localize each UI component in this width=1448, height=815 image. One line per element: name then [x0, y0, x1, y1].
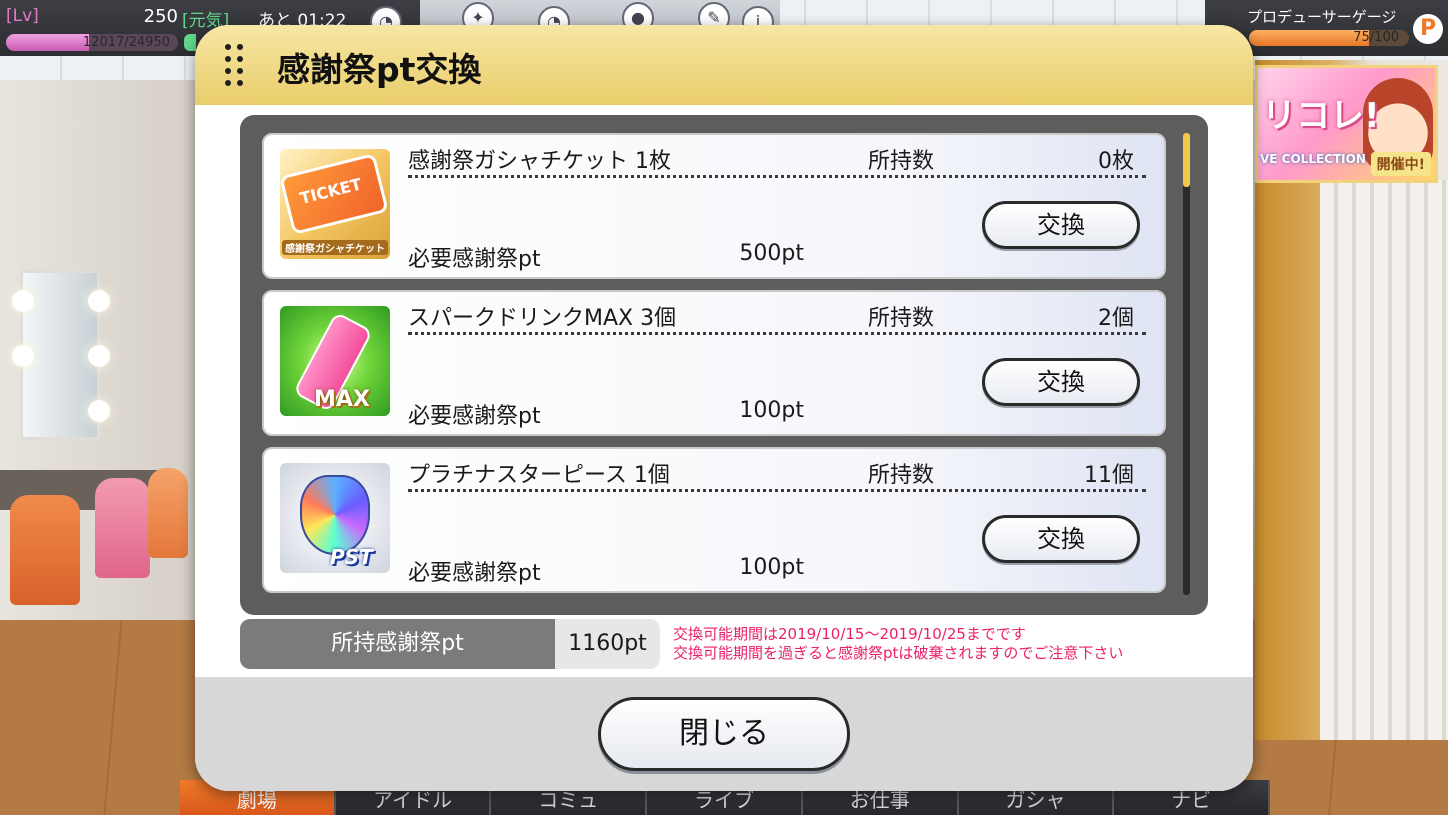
exchange-period-notice: 交換可能期間は2019/10/15～2019/10/25までです 交換可能期間を…	[673, 625, 1123, 663]
exp-text: 12017/24950	[82, 35, 170, 50]
exchange-item: PST プラチナスターピース 1個 所持数 11個 交換 必要感謝祭pt 100…	[262, 447, 1166, 593]
producer-gauge-fill	[1249, 30, 1369, 46]
list-scrollbar[interactable]	[1183, 133, 1190, 595]
dotted-divider	[408, 332, 1146, 335]
gem-pst-text: PST	[330, 545, 373, 569]
level-value: 250	[143, 6, 178, 27]
owned-points-label: 所持感謝祭pt	[240, 619, 555, 669]
owned-points: 所持感謝祭pt 1160pt	[240, 619, 660, 669]
drag-handle-icon	[225, 44, 247, 86]
exchange-button[interactable]: 交換	[982, 201, 1140, 249]
level-label: [Lv]	[6, 6, 39, 26]
producer-gauge-bar: 75/100	[1249, 30, 1409, 46]
scrollbar-thumb[interactable]	[1183, 133, 1190, 187]
dialog-header: 感謝祭pt交換	[195, 25, 1253, 105]
drink-max-text: MAX	[314, 387, 370, 412]
close-button[interactable]: 閉じる	[598, 697, 850, 771]
exchange-item: TICKET 感謝祭ガシャチケット 感謝祭ガシャチケット 1枚 所持数 0枚 交…	[262, 133, 1166, 279]
banner-subtitle: VE COLLECTION	[1260, 152, 1366, 166]
required-pt-label: 必要感謝祭pt	[408, 561, 541, 586]
mirror-bulb	[88, 290, 110, 312]
owned-points-value: 1160pt	[555, 619, 660, 669]
owned-value: 0枚	[1098, 149, 1134, 174]
required-pt-value: 100pt	[739, 398, 804, 423]
owned-label: 所持数	[868, 463, 935, 488]
exchange-dialog: 感謝祭pt交換 TICKET 感謝祭ガシャチケット 感謝祭ガシャチケット 1枚 …	[195, 25, 1253, 791]
dialog-title: 感謝祭pt交換	[277, 50, 482, 89]
chair	[10, 495, 80, 605]
producer-gauge-label: プロデューサーゲージ	[1247, 8, 1397, 26]
item-name: 感謝祭ガシャチケット 1枚	[408, 149, 671, 174]
notice-line: 交換可能期間は2019/10/15～2019/10/25までです	[673, 625, 1026, 643]
event-banner[interactable]: リコレ! VE COLLECTION 開催中!	[1255, 65, 1438, 183]
ticket-text: TICKET	[297, 174, 364, 209]
owned-value: 2個	[1098, 306, 1134, 331]
exp-bar-fill	[6, 34, 89, 51]
required-pt-value: 100pt	[739, 555, 804, 580]
notice-line: 交換可能期間を過ぎると感謝祭ptは破棄されますのでご注意下さい	[673, 644, 1124, 662]
producer-gauge-text: 75/100	[1353, 30, 1399, 45]
exchange-item: MAX スパークドリンクMAX 3個 所持数 2個 交換 必要感謝祭pt 100…	[262, 290, 1166, 436]
banner-badge: 開催中!	[1370, 152, 1431, 176]
banner-title: リコレ!	[1262, 96, 1380, 136]
producer-p-icon: P	[1413, 14, 1443, 44]
owned-value: 11個	[1084, 463, 1134, 488]
chair	[95, 478, 150, 578]
ticket-caption: 感謝祭ガシャチケット	[282, 240, 388, 255]
required-pt-label: 必要感謝祭pt	[408, 247, 541, 272]
required-pt-label: 必要感謝祭pt	[408, 404, 541, 429]
exp-bar: 12017/24950	[6, 34, 178, 51]
dotted-divider	[408, 175, 1146, 178]
curtain	[1320, 180, 1448, 740]
mirror-bulb	[88, 400, 110, 422]
drink-bottle-icon: MAX	[280, 306, 390, 416]
owned-label: 所持数	[868, 306, 935, 331]
exchange-button[interactable]: 交換	[982, 515, 1140, 563]
required-pt-value: 500pt	[739, 241, 804, 266]
item-name: スパークドリンクMAX 3個	[408, 306, 677, 331]
mirror-bulb	[12, 345, 34, 367]
chair	[148, 468, 188, 558]
mirror-bulb	[12, 290, 34, 312]
item-name: プラチナスターピース 1個	[408, 463, 670, 488]
exchange-item-list[interactable]: TICKET 感謝祭ガシャチケット 感謝祭ガシャチケット 1枚 所持数 0枚 交…	[240, 115, 1208, 615]
gem-icon: PST	[280, 463, 390, 573]
mirror-bulb	[88, 345, 110, 367]
dialog-footer: 閉じる	[195, 677, 1253, 791]
ticket-card: TICKET	[282, 156, 386, 232]
owned-label: 所持数	[868, 149, 935, 174]
dotted-divider	[408, 489, 1146, 492]
exchange-button[interactable]: 交換	[982, 358, 1140, 406]
gem-shape	[300, 475, 370, 555]
ticket-icon: TICKET 感謝祭ガシャチケット	[280, 149, 390, 259]
